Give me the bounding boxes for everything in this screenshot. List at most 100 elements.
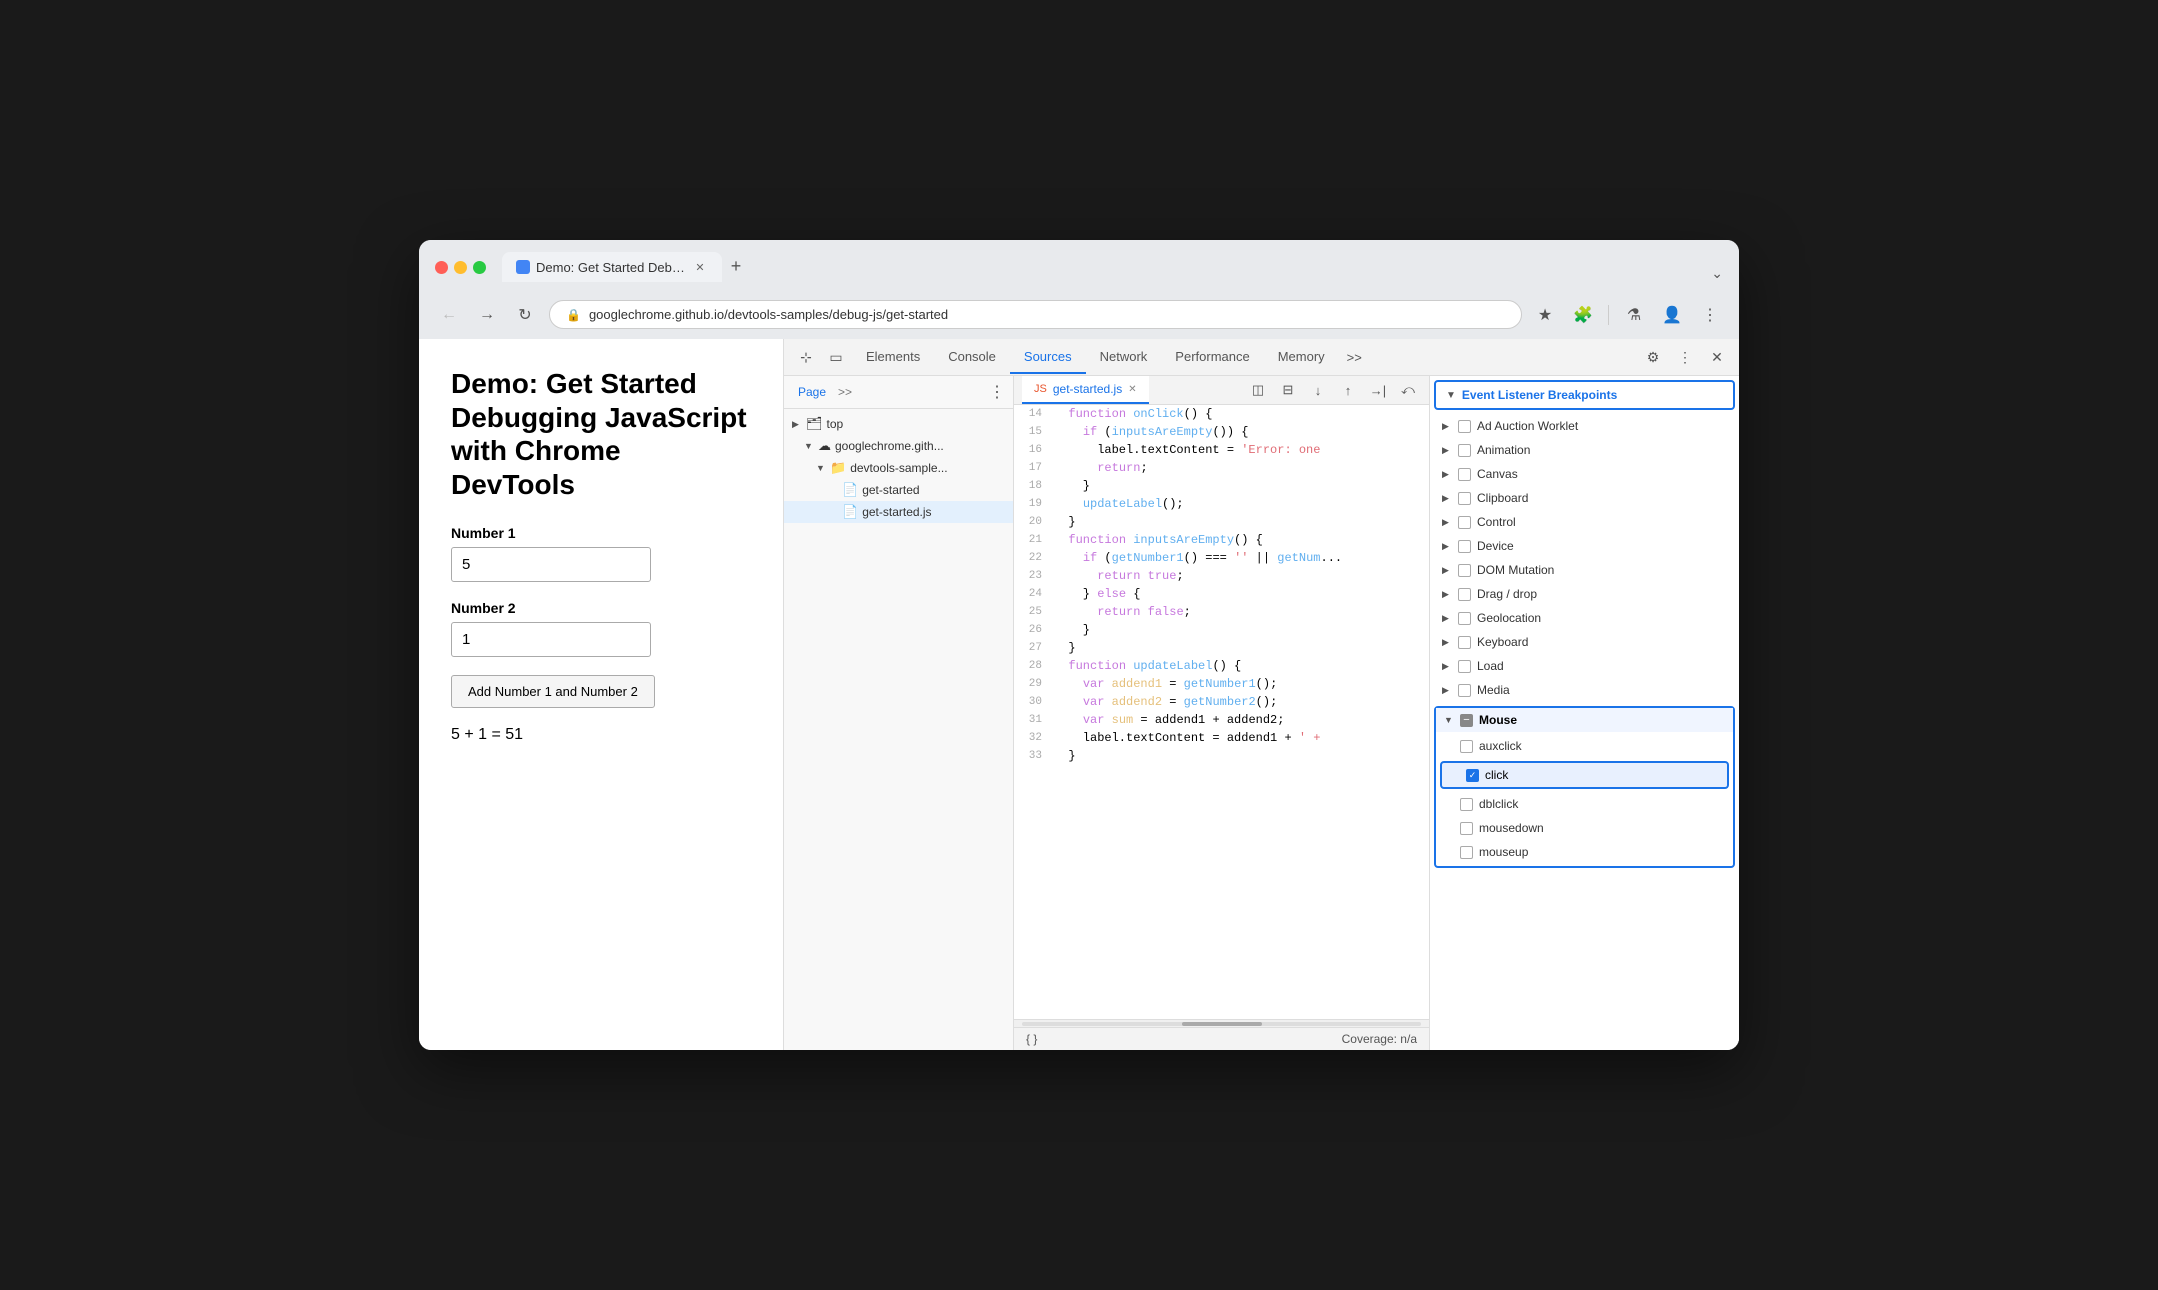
tab-sources[interactable]: Sources (1010, 341, 1086, 374)
bp-item-ad-auction[interactable]: ▶ Ad Auction Worklet (1430, 414, 1739, 438)
browser-tab-active[interactable]: Demo: Get Started Debuggin... ✕ (502, 252, 722, 282)
code-tab-action-split[interactable]: ⊟ (1275, 377, 1301, 403)
code-tab-active[interactable]: JS get-started.js ✕ (1022, 376, 1149, 404)
profile-icon[interactable]: 👤 (1659, 302, 1685, 328)
extensions-icon[interactable]: 🧩 (1570, 302, 1596, 328)
title-bar-top: Demo: Get Started Debuggin... ✕ + ⌄ (435, 252, 1723, 282)
tree-item-top[interactable]: ▶ 🗂 top (784, 413, 1013, 435)
page-title: Demo: Get Started Debugging JavaScript w… (451, 367, 751, 501)
devtools-more-tabs[interactable]: >> (1339, 342, 1370, 373)
minimize-button[interactable] (454, 261, 467, 274)
bp-item-keyboard[interactable]: ▶ Keyboard (1430, 630, 1739, 654)
devtools-device-icon[interactable]: ▭ (822, 339, 850, 375)
code-tab-action-up[interactable]: ↑ (1335, 377, 1361, 403)
bp-item-canvas[interactable]: ▶ Canvas (1430, 462, 1739, 486)
forward-button[interactable]: → (473, 301, 501, 329)
bp-item-device[interactable]: ▶ Device (1430, 534, 1739, 558)
bp-checkbox-kbd[interactable] (1458, 636, 1471, 649)
bp-item-auxclick[interactable]: auxclick (1436, 734, 1733, 758)
event-listener-breakpoints-header: ▼ Event Listener Breakpoints (1434, 380, 1735, 410)
maximize-button[interactable] (473, 261, 486, 274)
file-tree-menu[interactable]: ⋮ (989, 382, 1005, 402)
bp-checkbox-clip[interactable] (1458, 492, 1471, 505)
devtools-inspect-icon[interactable]: ⊹ (792, 339, 820, 375)
tree-item-get-started[interactable]: 📄 get-started (784, 479, 1013, 501)
bp-checkbox-dblclick[interactable] (1460, 798, 1473, 811)
bp-checkbox-mouseup[interactable] (1460, 846, 1473, 859)
bp-checkbox-ad[interactable] (1458, 420, 1471, 433)
bp-item-animation[interactable]: ▶ Animation (1430, 438, 1739, 462)
bp-item-geoloc[interactable]: ▶ Geolocation (1430, 606, 1739, 630)
bp-item-control[interactable]: ▶ Control (1430, 510, 1739, 534)
reload-button[interactable]: ↻ (511, 301, 539, 329)
code-footer-right: Coverage: n/a (1342, 1032, 1417, 1046)
code-tab-action-next[interactable]: →| (1365, 377, 1391, 403)
performance-icon[interactable]: ⚗ (1621, 302, 1647, 328)
close-button[interactable] (435, 261, 448, 274)
tab-close-button[interactable]: ✕ (692, 259, 708, 275)
breakpoints-list: ▶ Ad Auction Worklet ▶ Animation ▶ (1430, 414, 1739, 1050)
code-line-15: 15 if (inputsAreEmpty()) { (1014, 423, 1429, 441)
tab-list-chevron[interactable]: ⌄ (1711, 265, 1723, 282)
bp-checkbox-load[interactable] (1458, 660, 1471, 673)
code-line-16: 16 label.textContent = 'Error: one (1014, 441, 1429, 459)
bp-item-clipboard[interactable]: ▶ Clipboard (1430, 486, 1739, 510)
bp-item-dom[interactable]: ▶ DOM Mutation (1430, 558, 1739, 582)
code-tab-action-toggle[interactable]: ◫ (1245, 377, 1271, 403)
tab-elements[interactable]: Elements (852, 341, 934, 374)
devtools-panel: ⊹ ▭ Elements Console Sources Network Per… (784, 339, 1739, 1050)
bp-item-drag[interactable]: ▶ Drag / drop (1430, 582, 1739, 606)
tree-item-domain[interactable]: ▼ ☁ googlechrome.gith... (784, 435, 1013, 457)
number2-input[interactable] (451, 622, 651, 657)
bp-item-media[interactable]: ▶ Media (1430, 678, 1739, 702)
bp-item-mousedown[interactable]: mousedown (1436, 816, 1733, 840)
bp-item-mouseup[interactable]: mouseup (1436, 840, 1733, 864)
bp-label-dblclick: dblclick (1479, 797, 1518, 811)
bp-checkbox-anim[interactable] (1458, 444, 1471, 457)
code-tab-close[interactable]: ✕ (1128, 384, 1136, 395)
file-tree: Page >> ⋮ ▶ 🗂 top ▼ ☁ googlech (784, 376, 1014, 1050)
bp-checkbox-canvas[interactable] (1458, 468, 1471, 481)
url-text: googlechrome.github.io/devtools-samples/… (589, 307, 1505, 322)
main-content: Demo: Get Started Debugging JavaScript w… (419, 339, 1739, 1050)
back-button[interactable]: ← (435, 301, 463, 329)
devtools-close-icon[interactable]: ✕ (1703, 339, 1731, 375)
url-bar[interactable]: 🔒 googlechrome.github.io/devtools-sample… (549, 300, 1522, 329)
code-scrollbar[interactable] (1014, 1019, 1429, 1027)
bp-arrow-anim: ▶ (1442, 445, 1452, 456)
tab-memory[interactable]: Memory (1264, 341, 1339, 374)
tab-console[interactable]: Console (934, 341, 1010, 374)
bp-checkbox-device[interactable] (1458, 540, 1471, 553)
add-button[interactable]: Add Number 1 and Number 2 (451, 675, 655, 708)
devtools-settings-icon[interactable]: ⚙ (1639, 339, 1667, 375)
bp-checkbox-media[interactable] (1458, 684, 1471, 697)
bp-checkbox-ctrl[interactable] (1458, 516, 1471, 529)
bp-checkbox-auxclick[interactable] (1460, 740, 1473, 753)
file-tree-more[interactable]: >> (838, 385, 852, 399)
new-tab-button[interactable]: + (722, 252, 750, 280)
file-tree-tab-page[interactable]: Page (792, 383, 832, 401)
mouse-items: auxclick ✓ click dblclick (1436, 732, 1733, 866)
bookmark-icon[interactable]: ★ (1532, 302, 1558, 328)
tree-item-folder[interactable]: ▼ 📁 devtools-sample... (784, 457, 1013, 479)
code-footer-left[interactable]: { } (1026, 1032, 1037, 1046)
code-tab-action-down[interactable]: ↓ (1305, 377, 1331, 403)
mouse-checkbox[interactable]: − (1460, 714, 1473, 727)
devtools-more-icon[interactable]: ⋮ (1671, 339, 1699, 375)
code-tab-action-prev[interactable]: ⤺ (1395, 377, 1421, 403)
number1-input[interactable] (451, 547, 651, 582)
bp-checkbox-drag[interactable] (1458, 588, 1471, 601)
bp-checkbox-click[interactable]: ✓ (1466, 769, 1479, 782)
bp-checkbox-geoloc[interactable] (1458, 612, 1471, 625)
file-tree-content: ▶ 🗂 top ▼ ☁ googlechrome.gith... ▼ 📁 (784, 409, 1013, 1050)
tree-item-get-started-js[interactable]: 📄 get-started.js (784, 501, 1013, 523)
menu-icon[interactable]: ⋮ (1697, 302, 1723, 328)
bp-item-click[interactable]: ✓ click (1440, 761, 1729, 789)
bp-checkbox-dom[interactable] (1458, 564, 1471, 577)
bp-item-load[interactable]: ▶ Load (1430, 654, 1739, 678)
tab-network[interactable]: Network (1086, 341, 1162, 374)
bp-item-dblclick[interactable]: dblclick (1436, 792, 1733, 816)
mouse-header[interactable]: ▼ − Mouse (1436, 708, 1733, 732)
bp-checkbox-mousedown[interactable] (1460, 822, 1473, 835)
tab-performance[interactable]: Performance (1161, 341, 1263, 374)
